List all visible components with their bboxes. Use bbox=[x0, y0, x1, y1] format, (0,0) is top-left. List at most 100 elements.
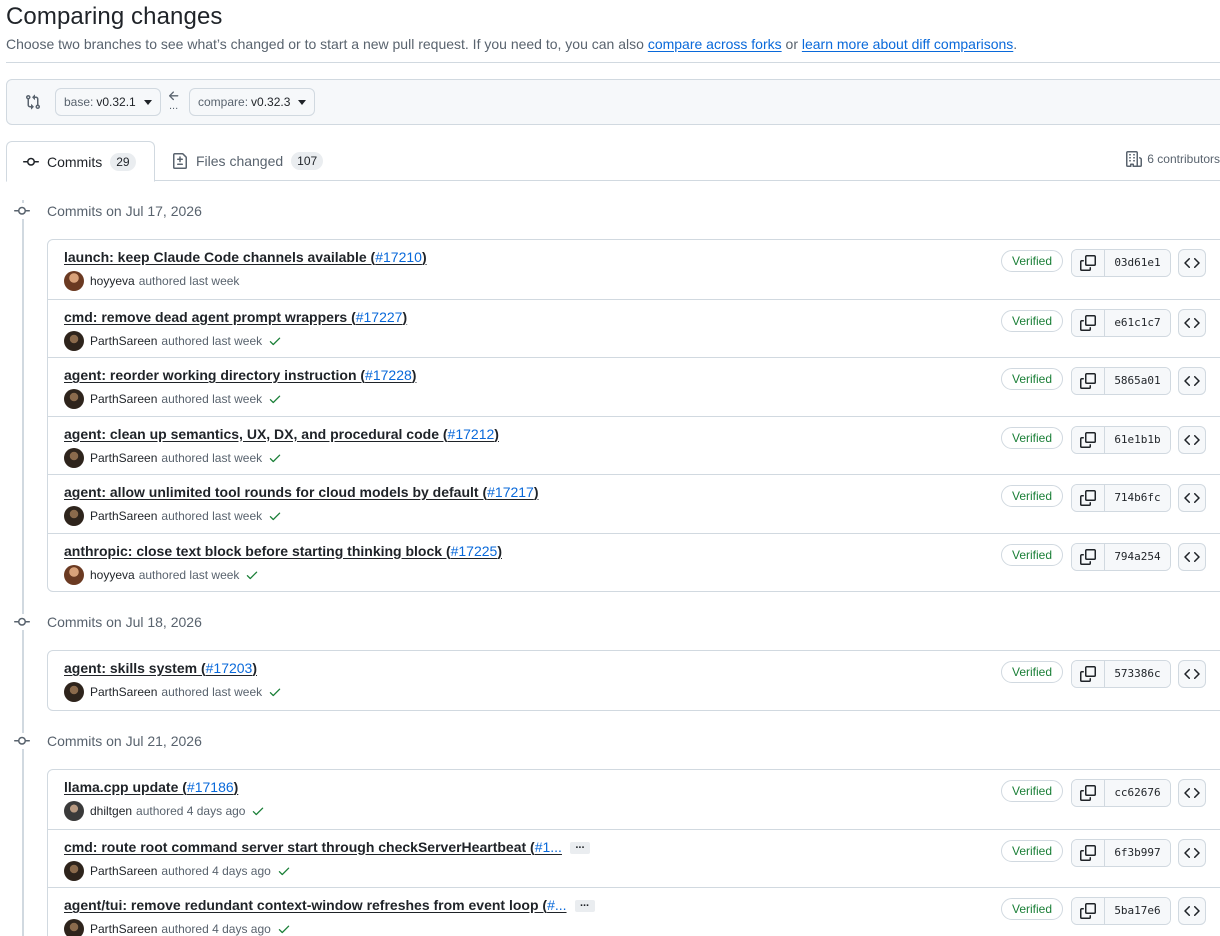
commit-message[interactable]: cmd: remove dead agent prompt wrappers ( bbox=[64, 309, 356, 325]
commit-author[interactable]: ParthSareen bbox=[90, 392, 157, 406]
avatar[interactable] bbox=[64, 860, 84, 881]
commit-title[interactable]: llama.cpp update (#17186) bbox=[64, 779, 238, 795]
commit-author[interactable]: hoyyeva bbox=[90, 274, 135, 288]
verified-badge[interactable]: Verified bbox=[1001, 661, 1064, 683]
commit-title[interactable]: agent/tui: remove redundant context-wind… bbox=[64, 897, 595, 913]
commit-title[interactable]: agent: skills system (#17203) bbox=[64, 660, 257, 676]
avatar[interactable] bbox=[64, 801, 84, 821]
pull-request-link[interactable]: #17212 bbox=[448, 426, 495, 442]
commit-message[interactable]: launch: keep Claude Code channels availa… bbox=[64, 249, 375, 265]
copy-sha-button[interactable] bbox=[1072, 543, 1105, 570]
verified-badge[interactable]: Verified bbox=[1001, 485, 1064, 507]
compare-branch-select[interactable]: compare: v0.32.3 bbox=[189, 88, 316, 116]
check-icon bbox=[269, 512, 281, 521]
browse-repo-button[interactable] bbox=[1178, 542, 1206, 571]
commit-sha-link[interactable]: 714b6fc bbox=[1105, 485, 1170, 511]
commit-sha-link[interactable]: 794a254 bbox=[1105, 543, 1170, 570]
tab-files-changed[interactable]: Files changed 107 bbox=[172, 141, 324, 181]
copy-sha-button[interactable] bbox=[1072, 839, 1105, 866]
commit-message[interactable]: anthropic: close text block before start… bbox=[64, 543, 451, 559]
pull-request-link[interactable]: #17210 bbox=[375, 249, 422, 265]
avatar[interactable] bbox=[64, 447, 84, 468]
commit-author[interactable]: ParthSareen bbox=[90, 334, 157, 348]
commit-sha-link[interactable]: 6f3b997 bbox=[1105, 839, 1170, 866]
verified-badge[interactable]: Verified bbox=[1001, 839, 1064, 862]
browse-repo-button[interactable] bbox=[1178, 838, 1206, 867]
contributors-link[interactable]: 6 contributors bbox=[1126, 151, 1220, 167]
commit-sha-link[interactable]: 5865a01 bbox=[1105, 368, 1170, 394]
copy-sha-button[interactable] bbox=[1072, 661, 1105, 687]
commit-title[interactable]: agent: clean up semantics, UX, DX, and p… bbox=[64, 426, 499, 442]
pull-request-link[interactable]: #1... bbox=[535, 839, 562, 855]
pull-request-link[interactable]: #17227 bbox=[356, 309, 403, 325]
verified-badge[interactable]: Verified bbox=[1001, 309, 1064, 332]
commit-message[interactable]: agent: allow unlimited tool rounds for c… bbox=[64, 484, 487, 500]
base-branch-select[interactable]: base: v0.32.1 bbox=[55, 88, 161, 116]
copy-sha-button[interactable] bbox=[1072, 309, 1105, 336]
verified-badge[interactable]: Verified bbox=[1001, 543, 1064, 566]
pull-request-link[interactable]: #17228 bbox=[365, 367, 412, 383]
commit-message[interactable]: agent/tui: remove redundant context-wind… bbox=[64, 897, 547, 913]
commit-author[interactable]: hoyyeva bbox=[90, 568, 135, 582]
commit-message[interactable]: agent: reorder working directory instruc… bbox=[64, 367, 365, 383]
commit-author[interactable]: ParthSareen bbox=[90, 451, 157, 465]
avatar[interactable] bbox=[64, 271, 84, 291]
avatar[interactable] bbox=[64, 330, 84, 351]
compare-across-forks-link[interactable]: compare across forks bbox=[648, 36, 782, 52]
verified-badge[interactable]: Verified bbox=[1001, 780, 1064, 802]
commit-title[interactable]: agent: allow unlimited tool rounds for c… bbox=[64, 484, 539, 500]
avatar[interactable] bbox=[64, 919, 84, 936]
pull-request-link[interactable]: #17217 bbox=[487, 484, 534, 500]
copy-sha-button[interactable] bbox=[1072, 485, 1105, 511]
commit-sha-link[interactable]: 573386c bbox=[1105, 661, 1170, 687]
pull-request-link[interactable]: #17225 bbox=[451, 543, 498, 559]
copy-sha-button[interactable] bbox=[1072, 780, 1105, 806]
browse-repo-button[interactable] bbox=[1178, 779, 1206, 807]
commit-sha-link[interactable]: 5ba17e6 bbox=[1105, 898, 1170, 924]
commit-sha-link[interactable]: 61e1b1b bbox=[1105, 426, 1170, 453]
browse-repo-button[interactable] bbox=[1178, 425, 1206, 454]
avatar[interactable] bbox=[64, 564, 84, 585]
avatar[interactable] bbox=[64, 389, 84, 409]
verified-badge[interactable]: Verified bbox=[1001, 250, 1064, 272]
copy-sha-button[interactable] bbox=[1072, 368, 1105, 394]
copy-sha-button[interactable] bbox=[1072, 250, 1105, 276]
commit-message[interactable]: agent: skills system ( bbox=[64, 660, 206, 676]
browse-repo-button[interactable] bbox=[1178, 249, 1206, 277]
commit-sha-link[interactable]: cc62676 bbox=[1105, 780, 1170, 806]
browse-repo-button[interactable] bbox=[1178, 660, 1206, 688]
pull-request-link[interactable]: #17203 bbox=[206, 660, 253, 676]
copy-sha-button[interactable] bbox=[1072, 898, 1105, 924]
commit-sha-link[interactable]: 03d61e1 bbox=[1105, 250, 1170, 276]
commit-author[interactable]: ParthSareen bbox=[90, 685, 157, 699]
verified-badge[interactable]: Verified bbox=[1001, 898, 1064, 920]
commit-message[interactable]: agent: clean up semantics, UX, DX, and p… bbox=[64, 426, 448, 442]
avatar[interactable] bbox=[64, 506, 84, 526]
avatar[interactable] bbox=[64, 682, 84, 702]
commit-title[interactable]: anthropic: close text block before start… bbox=[64, 543, 502, 559]
pull-request-link[interactable]: #17186 bbox=[187, 779, 234, 795]
commit-title[interactable]: agent: reorder working directory instruc… bbox=[64, 367, 416, 383]
commit-title[interactable]: cmd: route root command server start thr… bbox=[64, 839, 590, 855]
commit-message[interactable]: cmd: route root command server start thr… bbox=[64, 839, 535, 855]
commit-sha-link[interactable]: e61c1c7 bbox=[1105, 309, 1170, 336]
learn-more-link[interactable]: learn more about diff comparisons bbox=[802, 36, 1013, 52]
tab-commits[interactable]: Commits 29 bbox=[6, 141, 155, 182]
verified-badge[interactable]: Verified bbox=[1001, 426, 1064, 449]
commit-message[interactable]: llama.cpp update ( bbox=[64, 779, 187, 795]
verified-badge[interactable]: Verified bbox=[1001, 368, 1064, 390]
commit-author[interactable]: ParthSareen bbox=[90, 922, 157, 936]
browse-repo-button[interactable] bbox=[1178, 308, 1206, 337]
commit-author[interactable]: dhiltgen bbox=[90, 804, 132, 818]
pull-request-link[interactable]: #... bbox=[547, 897, 566, 913]
commit-author[interactable]: ParthSareen bbox=[90, 864, 157, 878]
browse-repo-button[interactable] bbox=[1178, 484, 1206, 512]
expand-message-button[interactable]: ... bbox=[569, 839, 590, 854]
expand-message-button[interactable]: ... bbox=[574, 898, 595, 913]
commit-title[interactable]: cmd: remove dead agent prompt wrappers (… bbox=[64, 309, 407, 325]
copy-sha-button[interactable] bbox=[1072, 426, 1105, 453]
commit-author[interactable]: ParthSareen bbox=[90, 509, 157, 523]
browse-repo-button[interactable] bbox=[1178, 897, 1206, 925]
browse-repo-button[interactable] bbox=[1178, 367, 1206, 395]
commit-title[interactable]: launch: keep Claude Code channels availa… bbox=[64, 249, 427, 265]
